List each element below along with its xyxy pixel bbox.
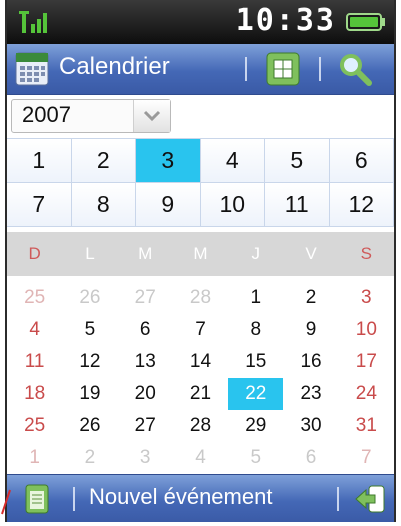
day-cell[interactable]: 31 xyxy=(339,410,394,442)
day-cell[interactable]: 13 xyxy=(118,346,173,378)
month-cell[interactable]: 5 xyxy=(265,139,330,183)
signal-icon xyxy=(19,11,47,33)
month-view-icon[interactable] xyxy=(265,51,301,87)
divider xyxy=(245,57,247,81)
month-cell[interactable]: 2 xyxy=(71,139,136,183)
day-cell[interactable]: 25 xyxy=(7,410,62,442)
weekday-label: V xyxy=(305,244,317,263)
year-dropdown[interactable]: 2007 xyxy=(11,99,171,133)
day-cell[interactable]: 14 xyxy=(173,346,228,378)
day-cell[interactable]: 17 xyxy=(339,346,394,378)
day-cell[interactable]: 15 xyxy=(228,346,283,378)
day-cell[interactable]: 26 xyxy=(62,282,117,314)
month-cell[interactable]: 7 xyxy=(7,183,72,227)
month-cell[interactable]: 1 xyxy=(7,139,72,183)
weekday-label: M xyxy=(138,244,153,263)
page-title: Calendrier xyxy=(59,53,170,80)
weekday-header: DLMMJVS xyxy=(7,232,394,276)
day-cell[interactable]: 1 xyxy=(228,282,283,314)
day-cell[interactable]: 16 xyxy=(283,346,338,378)
month-cell[interactable]: 6 xyxy=(329,139,394,183)
day-cell[interactable]: 10 xyxy=(339,314,394,346)
day-cell[interactable]: 25 xyxy=(7,282,62,314)
year-value: 2007 xyxy=(22,102,71,127)
day-cell[interactable]: 7 xyxy=(173,314,228,346)
month-cell[interactable]: 8 xyxy=(71,183,136,227)
day-cell[interactable]: 11 xyxy=(7,346,62,378)
search-icon[interactable] xyxy=(337,51,373,87)
day-cell[interactable]: 22 xyxy=(228,378,284,410)
month-cell[interactable]: 4 xyxy=(200,139,265,183)
year-row: 2007 xyxy=(7,95,394,137)
weekday-label: L xyxy=(85,244,95,263)
day-cell[interactable]: 1 xyxy=(7,442,62,474)
day-cell[interactable]: 3 xyxy=(339,282,394,314)
month-cell[interactable]: 3 xyxy=(136,139,201,183)
day-cell[interactable]: 27 xyxy=(118,282,173,314)
month-cell[interactable]: 9 xyxy=(136,183,201,227)
weekday-label: D xyxy=(28,244,41,263)
day-cell[interactable]: 7 xyxy=(339,442,394,474)
day-cell[interactable]: 21 xyxy=(173,378,228,410)
weekday-label: J xyxy=(251,244,261,263)
day-cell[interactable]: 18 xyxy=(7,378,62,410)
weekday-label: S xyxy=(360,244,373,263)
day-cell[interactable]: 4 xyxy=(7,314,62,346)
day-cell[interactable]: 30 xyxy=(283,410,338,442)
day-cell[interactable]: 5 xyxy=(62,314,117,346)
pointer-mark-icon xyxy=(1,489,11,515)
day-cell[interactable]: 26 xyxy=(62,410,117,442)
status-time: 10:33 xyxy=(235,3,336,38)
day-cell[interactable]: 12 xyxy=(62,346,117,378)
month-cell[interactable]: 11 xyxy=(265,183,330,227)
day-cell[interactable]: 28 xyxy=(173,282,228,314)
day-cell[interactable]: 6 xyxy=(283,442,338,474)
day-cell[interactable]: 28 xyxy=(173,410,228,442)
year-dropdown-arrow[interactable] xyxy=(133,100,170,132)
day-cell[interactable]: 20 xyxy=(118,378,173,410)
divider xyxy=(73,487,75,511)
day-cell[interactable]: 9 xyxy=(283,314,338,346)
day-cell[interactable]: 19 xyxy=(62,378,117,410)
new-event-button[interactable]: Nouvel événement xyxy=(89,484,272,510)
month-cell[interactable]: 12 xyxy=(329,183,394,227)
day-cell[interactable]: 8 xyxy=(228,314,283,346)
bottom-bar: Nouvel événement xyxy=(7,474,394,522)
title-bar: Calendrier xyxy=(7,44,394,95)
battery-icon xyxy=(346,13,385,31)
calendar-app-icon xyxy=(15,52,49,86)
month-cell[interactable]: 10 xyxy=(200,183,265,227)
status-bar: 10:33 xyxy=(7,0,394,44)
day-cell[interactable]: 29 xyxy=(228,410,283,442)
month-grid: 1 2 3 4 5 6 7 8 9 10 11 12 xyxy=(7,138,394,227)
day-cell[interactable]: 2 xyxy=(283,282,338,314)
day-cell[interactable]: 27 xyxy=(118,410,173,442)
day-grid: 25 26 27 28 1 2 3 4 5 6 7 8 9 10 11 12 13 14 15 16 17 18 19 20 2… xyxy=(7,282,394,474)
chevron-down-icon xyxy=(143,110,161,122)
divider xyxy=(319,57,321,81)
day-cell[interactable]: 5 xyxy=(228,442,283,474)
day-cell[interactable]: 6 xyxy=(118,314,173,346)
divider xyxy=(337,487,339,511)
notes-icon[interactable] xyxy=(21,483,53,515)
day-cell[interactable]: 4 xyxy=(173,442,228,474)
day-cell[interactable]: 3 xyxy=(118,442,173,474)
back-icon[interactable] xyxy=(353,483,387,515)
weekday-label: M xyxy=(193,244,208,263)
day-cell[interactable]: 2 xyxy=(62,442,117,474)
day-cell[interactable]: 23 xyxy=(283,378,338,410)
calendar-screen: 10:33 Calendrier 2007 1 2 3 4 5 6 7 8 9 … xyxy=(5,0,396,522)
day-cell[interactable]: 24 xyxy=(339,378,394,410)
